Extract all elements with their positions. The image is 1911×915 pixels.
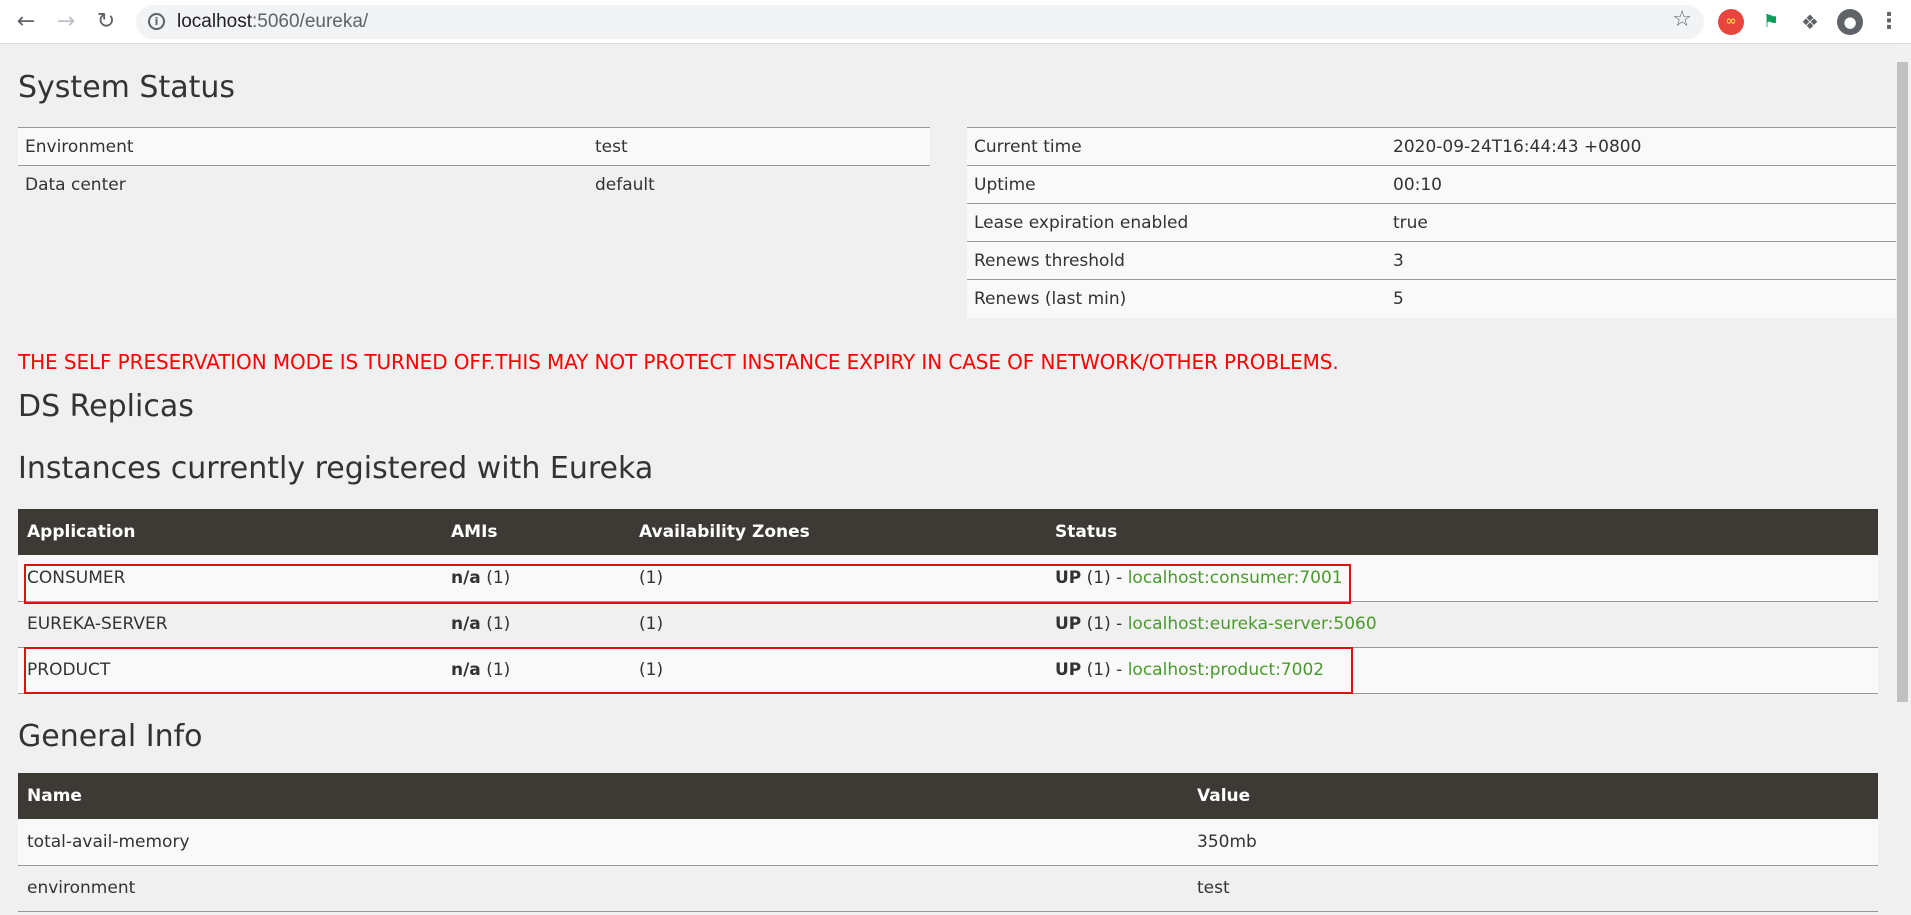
ami-cell: n/a (1) bbox=[442, 601, 630, 647]
status-value: 3 bbox=[1393, 250, 1404, 271]
page-scrollbar[interactable] bbox=[1894, 44, 1911, 915]
general-info-heading: General Info bbox=[18, 719, 203, 754]
column-header-amis: AMIs bbox=[451, 522, 498, 542]
table-row: Current time 2020-09-24T16:44:43 +0800 bbox=[967, 127, 1896, 166]
status-key: Renews threshold bbox=[974, 250, 1125, 271]
status-cell: UP (1) - localhost:eureka-server:5060 bbox=[1046, 601, 1878, 647]
zones-cell: (1) bbox=[639, 614, 664, 634]
system-status-right-table: Current time 2020-09-24T16:44:43 +0800 U… bbox=[967, 127, 1896, 318]
table-row: Uptime 00:10 bbox=[967, 165, 1896, 204]
annotation-highlight-box bbox=[24, 564, 1351, 604]
info-icon[interactable]: i bbox=[148, 13, 165, 30]
browser-toolbar: ← → ↻ i localhost:5060/eureka/ ☆ ∞ ⚑ ❖ ●… bbox=[0, 0, 1911, 44]
table-row: Renews threshold 3 bbox=[967, 241, 1896, 280]
status-up: UP bbox=[1055, 614, 1082, 634]
status-key: Uptime bbox=[974, 174, 1036, 195]
column-header-status: Status bbox=[1055, 522, 1118, 542]
instance-link[interactable]: localhost:eureka-server:5060 bbox=[1128, 614, 1377, 634]
status-value: 5 bbox=[1393, 288, 1404, 309]
url-text[interactable]: localhost:5060/eureka/ bbox=[177, 11, 368, 33]
forward-icon[interactable]: → bbox=[52, 8, 80, 36]
profile-avatar-icon[interactable]: ● bbox=[1837, 9, 1863, 35]
table-row: environment test bbox=[18, 865, 1878, 911]
extensions-puzzle-icon[interactable]: ❖ bbox=[1797, 9, 1823, 35]
table-row: total-avail-memory 350mb bbox=[18, 819, 1878, 865]
column-header-value: Value bbox=[1197, 786, 1251, 806]
general-info-table: Name Value total-avail-memory 350mb envi… bbox=[18, 773, 1878, 912]
system-status-left-table: Environment test Data center default bbox=[18, 127, 930, 204]
column-header-zones: Availability Zones bbox=[639, 522, 810, 542]
info-name: environment bbox=[27, 878, 136, 898]
column-header-name: Name bbox=[27, 786, 82, 806]
star-icon[interactable]: ☆ bbox=[1672, 7, 1692, 32]
table-row: Environment test bbox=[18, 127, 930, 166]
extension-infinity-icon[interactable]: ∞ bbox=[1718, 9, 1744, 35]
status-value: default bbox=[595, 174, 655, 195]
system-status-heading: System Status bbox=[18, 70, 236, 105]
status-value: test bbox=[595, 136, 628, 157]
status-key: Lease expiration enabled bbox=[974, 212, 1189, 233]
scrollbar-thumb[interactable] bbox=[1897, 62, 1908, 702]
instances-heading: Instances currently registered with Eure… bbox=[18, 451, 654, 486]
application-name: EUREKA-SERVER bbox=[27, 614, 168, 634]
ds-replicas-heading: DS Replicas bbox=[18, 389, 194, 424]
table-row: Lease expiration enabled true bbox=[967, 203, 1896, 242]
info-value: test bbox=[1197, 878, 1230, 898]
url-host: localhost bbox=[177, 11, 252, 32]
info-value: 350mb bbox=[1197, 831, 1257, 852]
status-value: 00:10 bbox=[1393, 174, 1442, 195]
reload-icon[interactable]: ↻ bbox=[92, 8, 120, 36]
url-path: :5060/eureka/ bbox=[252, 11, 369, 32]
ami-value: n/a bbox=[451, 614, 481, 634]
table-header-row: Application AMIs Availability Zones Stat… bbox=[18, 509, 1878, 555]
status-value: true bbox=[1393, 212, 1428, 233]
status-value: 2020-09-24T16:44:43 +0800 bbox=[1393, 136, 1642, 157]
table-row: EUREKA-SERVER n/a (1) (1) UP (1) - local… bbox=[18, 601, 1878, 647]
annotation-highlight-box bbox=[24, 647, 1353, 694]
back-icon[interactable]: ← bbox=[12, 8, 40, 36]
address-bar[interactable]: i localhost:5060/eureka/ ☆ bbox=[136, 5, 1704, 39]
status-count: (1) - bbox=[1086, 614, 1123, 634]
status-key: Current time bbox=[974, 136, 1082, 157]
table-row: Renews (last min) 5 bbox=[967, 279, 1896, 318]
ami-count: (1) bbox=[486, 614, 511, 634]
menu-kebab-icon[interactable]: ⋮ bbox=[1876, 9, 1902, 35]
table-header-row: Name Value bbox=[18, 773, 1878, 819]
extension-flag-icon[interactable]: ⚑ bbox=[1758, 9, 1784, 35]
self-preservation-warning: THE SELF PRESERVATION MODE IS TURNED OFF… bbox=[18, 350, 1339, 374]
table-row: Data center default bbox=[18, 165, 930, 204]
status-key: Data center bbox=[25, 174, 126, 195]
column-header-application: Application bbox=[27, 522, 136, 542]
status-key: Renews (last min) bbox=[974, 288, 1127, 309]
info-name: total-avail-memory bbox=[27, 831, 190, 852]
status-key: Environment bbox=[25, 136, 134, 157]
